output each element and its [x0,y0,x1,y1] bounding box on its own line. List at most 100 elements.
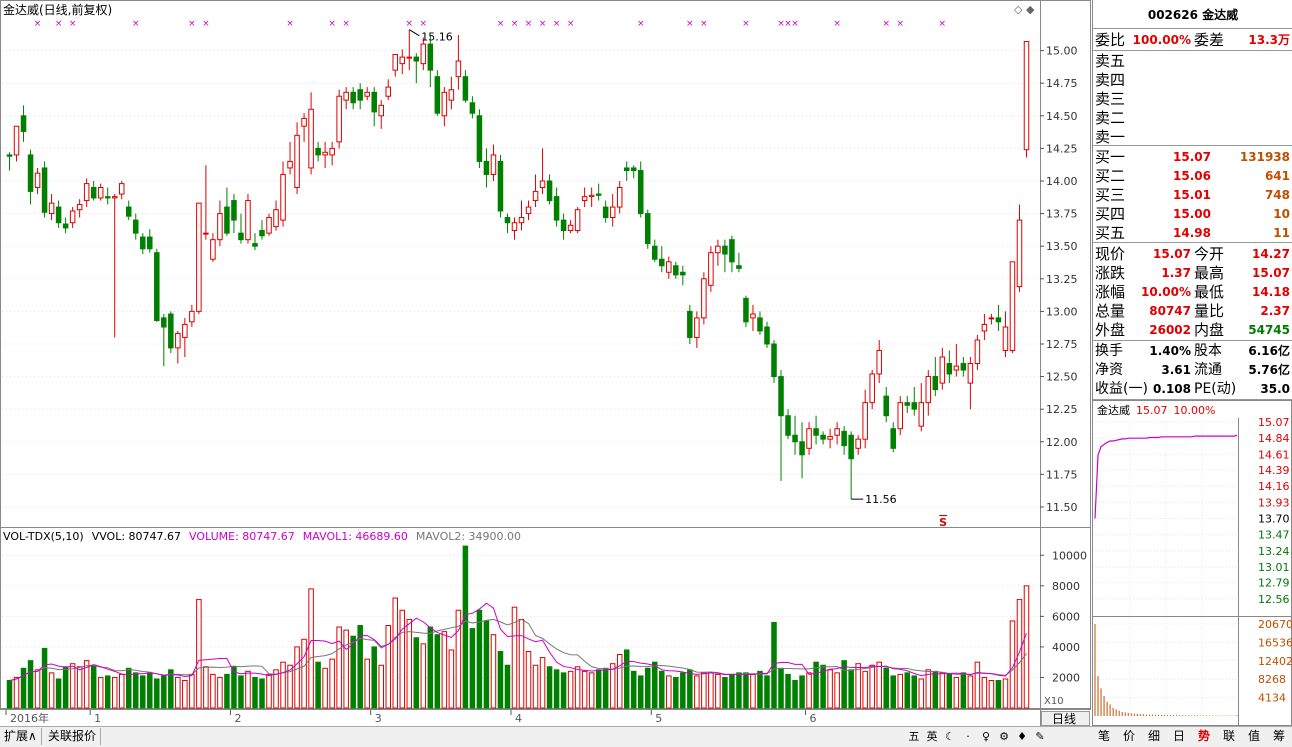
wei-bi-label: 委比 [1095,31,1126,49]
toolbar-icon[interactable]: 五 [906,729,922,745]
candle-body [308,108,314,169]
candle [701,272,707,325]
volume-bar [406,618,413,709]
toolbar-icon[interactable]: ☾ [942,729,958,745]
candle [967,357,974,410]
volume-bar [273,669,279,709]
stat-label: 最高 [1194,264,1225,282]
volume-bar [315,661,321,709]
candle-body [1009,261,1016,351]
stat-label: 内盘 [1194,321,1225,339]
volume-bar [637,675,644,709]
candle [350,87,356,110]
buy-level-label: 买一 [1095,148,1126,166]
wei-bi-row: 委比 100.00% 委差 13.3万 [1093,31,1292,49]
toolbar-icon[interactable]: ⚙ [996,729,1012,745]
mini-tab[interactable]: 势 [1192,728,1216,745]
candle-body [97,187,104,199]
sell-level-label: 卖五 [1095,52,1126,70]
volume-bar [154,678,160,709]
candle [41,161,48,218]
volume-bar [757,670,763,709]
candle-body [469,102,476,114]
candle [588,187,595,208]
candle [406,29,413,71]
candle-body [147,236,153,250]
candle [315,141,321,162]
mini-tab[interactable]: 细 [1142,728,1166,745]
related-quote-tab[interactable]: 关联报价 [44,728,102,745]
candle-body [301,117,307,127]
mini-price-label: 13.01 [1258,561,1290,574]
candle-body [48,202,55,215]
volume-bar [904,672,911,709]
stat-label: 量比 [1194,302,1225,320]
candle-body [820,434,826,440]
volume-bar [623,649,630,709]
candle [413,53,420,84]
sell-level-label: 卖四 [1095,71,1126,89]
candle [364,87,370,101]
candle-body [722,245,728,255]
expand-tab[interactable]: 扩展∧ [0,728,42,745]
candle-body [967,363,974,384]
candle-body [420,43,427,65]
candle [981,313,988,341]
volume-bar [778,667,784,709]
volume-bar [399,609,406,709]
volume-bar [490,634,497,709]
candle-body [434,76,441,114]
fundamental-value: 5.76亿 [1248,363,1290,377]
candle [111,194,118,338]
candle-body [504,216,511,224]
candle [245,194,251,244]
candle-body [687,310,693,338]
candle [666,256,672,279]
volume-bar [925,669,932,709]
stat-value: 15.07 [1252,266,1290,280]
candle [371,87,377,127]
candle-body [546,180,553,202]
toolbar-icon[interactable]: ♦ [1014,729,1030,745]
candle-body [413,56,420,62]
toolbar-icon[interactable]: 英 [924,729,940,745]
fundamental-value: 0.108 [1153,382,1191,396]
volume-bar [694,675,700,709]
volume-bar [708,672,714,709]
candle [771,340,777,384]
kline-chart[interactable]: 15.00 14.75 14.50 14.25 14.00 13.75 13.50 13.25… [0,0,1092,726]
candle [652,239,658,262]
candle-body [490,154,497,175]
candle-body [111,196,118,199]
vol-tick-label: 10000 [1052,549,1087,562]
fundamental-label: 净资 [1095,362,1123,378]
price-tick-label: 13.25 [1046,273,1078,286]
vol-tick-label: 2000 [1052,671,1080,684]
candle [1009,261,1016,354]
intraday-chart[interactable]: 金达威 15.07 10.00% 15.07 14.84 14.61 14.39 14.16 1… [1092,400,1292,726]
mini-tab[interactable]: 价 [1117,728,1141,745]
price-tick-label: 14.00 [1046,175,1078,188]
mini-name: 金达威 [1097,403,1130,417]
candle-body [567,224,574,232]
mini-tab[interactable]: 日 [1167,728,1191,745]
volume-bar [932,670,939,709]
fundamental-label: 股本 [1194,343,1222,359]
candle [483,148,490,188]
candle [34,167,41,195]
toolbar-icon[interactable]: ✎ [1032,729,1048,745]
toolbar-icon[interactable]: ♀ [978,729,994,745]
candle [609,194,616,227]
mini-tab[interactable]: 筹 [1267,728,1291,745]
candle [946,350,953,384]
volume-bar [729,673,735,709]
candle [462,70,469,103]
mini-tab[interactable]: 联 [1217,728,1241,745]
toolbar-icon[interactable]: · [960,729,976,745]
candle-body [911,402,918,410]
mini-tab[interactable]: 笔 [1092,728,1116,745]
mini-tab[interactable]: 值 [1242,728,1266,745]
candle [1002,311,1009,358]
wei-cha-value: 13.3万 [1248,33,1290,47]
volume-bar [862,670,868,709]
